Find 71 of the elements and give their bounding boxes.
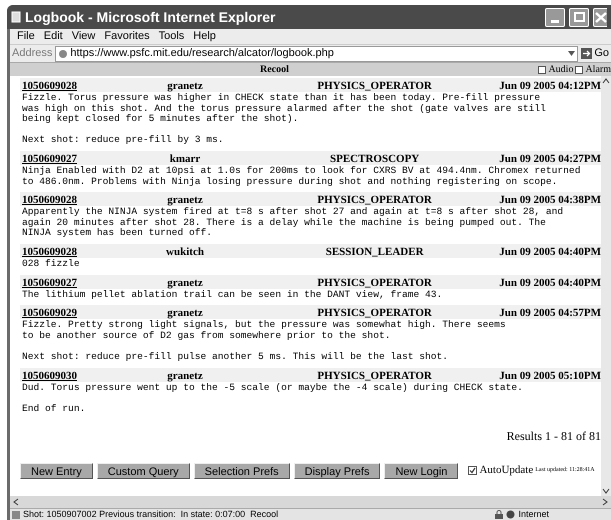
menu-item[interactable]: View (72, 28, 96, 45)
address-field[interactable]: https://www.psfc.mit.edu/research/alcator/logbook.php (55, 46, 578, 62)
toolbar-button[interactable]: Selection Prefs (194, 462, 290, 479)
role-label: SESSION_LEADER (324, 244, 425, 260)
results-count: Results 1 - 81 of 81 (506, 428, 601, 446)
entry-time: Jun 09 2005 05:10PM (499, 368, 601, 384)
minimize-icon (551, 20, 559, 22)
entry-text: The lithium pellet ablation trail can be seen in the DANT view, frame 43. (20, 288, 601, 302)
menu-item[interactable]: File (17, 28, 35, 45)
shot-link[interactable]: 1050609028 (20, 78, 120, 94)
scroll-left-icon[interactable] (12, 498, 20, 506)
shot-link[interactable]: 1050609028 (20, 244, 120, 260)
autoupdate-label: AutoUpdate (479, 463, 534, 478)
banner-title: Recool (260, 63, 289, 77)
scroll-right-icon[interactable] (601, 498, 609, 506)
toolbar-button[interactable]: New Login (384, 462, 458, 479)
close-button[interactable] (593, 8, 607, 26)
toolbar-button[interactable]: New Entry (20, 462, 93, 479)
minimize-button[interactable] (545, 8, 565, 26)
user-name: kmarr (168, 152, 202, 166)
address-label: Address (12, 46, 52, 62)
lock-icon (495, 510, 504, 519)
checkbox-label: Alarm (585, 63, 611, 77)
menu-item[interactable]: Favorites (104, 28, 150, 45)
menu-item[interactable]: Tools (158, 28, 184, 45)
role-label: PHYSICS_OPERATOR (316, 368, 433, 383)
close-icon (595, 12, 607, 22)
user-name: granetz (166, 306, 204, 320)
user-name: granetz (166, 193, 204, 207)
checkbox[interactable] (575, 66, 584, 74)
entry-time: Jun 09 2005 04:12PM (499, 79, 601, 94)
shot-link[interactable]: 1050609027 (20, 274, 120, 292)
entry-time: Jun 09 2005 04:40PM (499, 244, 601, 260)
arrow-icon (581, 48, 592, 59)
role-label: PHYSICS_OPERATOR (316, 306, 433, 320)
role-label: PHYSICS_OPERATOR (316, 193, 433, 207)
checkbox[interactable] (538, 66, 546, 74)
role-label: PHYSICS_OPERATOR (316, 276, 433, 290)
toolbar-button[interactable]: Custom Query (96, 462, 190, 479)
menu-item[interactable]: Edit (44, 28, 63, 45)
role-label: SPECTROSCOPY (329, 152, 420, 166)
maximize-button[interactable] (569, 8, 589, 26)
user-name: granetz (166, 368, 204, 383)
entry-time: Jun 09 2005 04:27PM (499, 152, 601, 166)
maximize-icon (574, 12, 584, 22)
checkbox-label: Audio (548, 63, 574, 77)
shot-link[interactable]: 1050609027 (20, 150, 120, 168)
toolbar-button[interactable]: Display Prefs (294, 462, 380, 479)
zone-text: Internet (518, 508, 550, 520)
entry-text: 028 fizzle (20, 258, 601, 272)
entry-text: Fizzle. Torus pressure was higher in CHECK state than it has been today. Pre-fill pressure was high on this shot. And the torus pressure alarmed after the shot (gate valves are still being kept closed for 5 minutes after the shot). Next shot: reduce pre-fill by 3 ms. (20, 92, 601, 148)
status-text: Shot: 1050907002 Previous transition: In state: 0:07:00 Recool (23, 508, 280, 520)
dropdown-icon (568, 51, 576, 56)
entry-text: Fizzle. Pretty strong light signals, but the pressure was somewhat high. There seems to be another source of D2 gas from somewhere prior to the shot. Next shot: reduce pre-fill pulse another 5 ms. This will be the last shot. (20, 319, 601, 364)
window-title: Logbook - Microsoft Internet Explorer (25, 8, 276, 27)
role-label: PHYSICS_OPERATOR (316, 79, 433, 93)
scroll-down-icon[interactable] (601, 486, 611, 496)
entry-text: Ninja Enabled with D2 at 10psi at 1.0s for 200ms to look for CXRS BV at 494.4nm. Chromex returned to 486.0nm. Problems with Ninja losing pressure during shot and nothing registering on scope. (20, 164, 601, 190)
entry-text: Apparently the NINJA system fired at t=8 s after shot 27 and again at t=8 s after shot 28, and again 20 minutes after shot 28. There is a delay while the machine is being pumped out. The NINJA system has been turned off. (20, 206, 601, 241)
autoupdate-checkbox[interactable] (468, 466, 478, 476)
go-button[interactable]: Go (581, 45, 609, 62)
shot-link[interactable]: 1050609030 (20, 368, 120, 384)
entry-time: Jun 09 2005 04:38PM (499, 193, 601, 207)
user-name: granetz (166, 276, 204, 290)
user-name: granetz (166, 79, 204, 93)
entry-time: Jun 09 2005 04:57PM (499, 306, 601, 322)
user-name: wukitch (165, 244, 205, 260)
menu-item[interactable]: Help (193, 28, 216, 45)
entry-text: Dud. Torus pressure went up to the -5 scale (or maybe the -4 scale) during CHECK state. End of run. (20, 382, 601, 416)
entry-time: Jun 09 2005 04:40PM (499, 276, 601, 291)
scroll-up-icon[interactable] (601, 76, 611, 86)
